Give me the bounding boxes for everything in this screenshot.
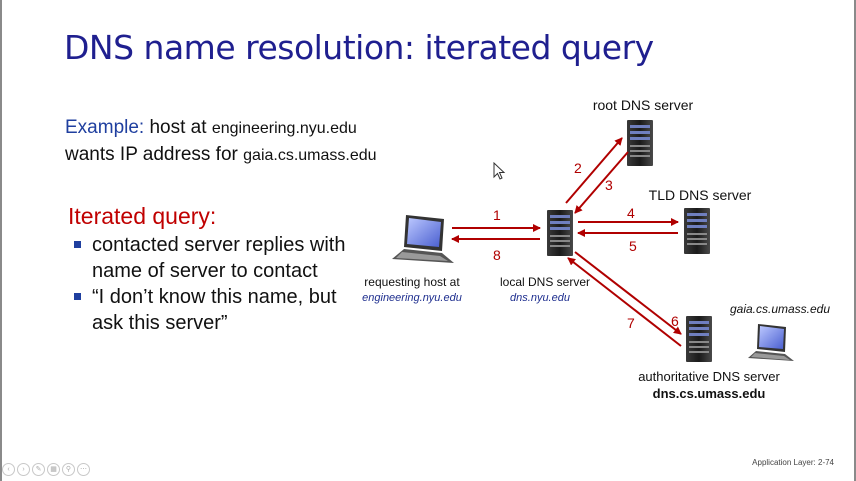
root-server-label: root DNS server	[593, 97, 694, 113]
zoom-icon[interactable]: ⚲	[62, 463, 75, 476]
step-label-7: 7	[627, 315, 635, 331]
step-label-8: 8	[493, 247, 501, 263]
local-server-icon	[547, 210, 573, 256]
laptop-icon	[392, 215, 454, 263]
tld-server-label: TLD DNS server	[649, 187, 752, 203]
slides-grid-icon[interactable]: ▦	[47, 463, 60, 476]
authoritative-server-name: dns.cs.umass.edu	[653, 386, 766, 401]
presentation-toolbar: ‹ › ✎ ▦ ⚲ ⋯	[2, 463, 90, 476]
step-label-3: 3	[605, 177, 613, 193]
arrow-7	[567, 257, 682, 347]
step-label-1: 1	[493, 207, 501, 223]
more-options-icon[interactable]: ⋯	[77, 463, 90, 476]
step-label-5: 5	[629, 238, 637, 254]
dns-diagram: 1 8 2 3 4 5 6 7 root DNS server TLD DNS …	[362, 97, 830, 401]
gaia-laptop-icon	[748, 324, 794, 361]
pen-icon[interactable]: ✎	[32, 463, 45, 476]
slide: DNS name resolution: iterated query Exam…	[0, 0, 856, 481]
requesting-host-name: engineering.nyu.edu	[362, 292, 462, 304]
authoritative-server-label: authoritative DNS server	[638, 369, 780, 384]
step-label-2: 2	[574, 160, 582, 176]
footer-page-label: Application Layer: 2-74	[752, 458, 834, 467]
previous-slide-icon[interactable]: ‹	[2, 463, 15, 476]
local-server-name: dns.nyu.edu	[510, 292, 570, 304]
mouse-pointer-icon	[493, 162, 506, 180]
step-label-6: 6	[671, 313, 679, 329]
tld-server-icon	[684, 208, 710, 254]
step-label-4: 4	[627, 205, 635, 221]
root-server-icon	[627, 120, 653, 166]
requesting-host-label: requesting host at	[364, 275, 460, 289]
next-slide-icon[interactable]: ›	[17, 463, 30, 476]
gaia-host-name: gaia.cs.umass.edu	[730, 302, 830, 316]
authoritative-server-icon	[686, 316, 712, 362]
local-server-label: local DNS server	[500, 275, 590, 289]
